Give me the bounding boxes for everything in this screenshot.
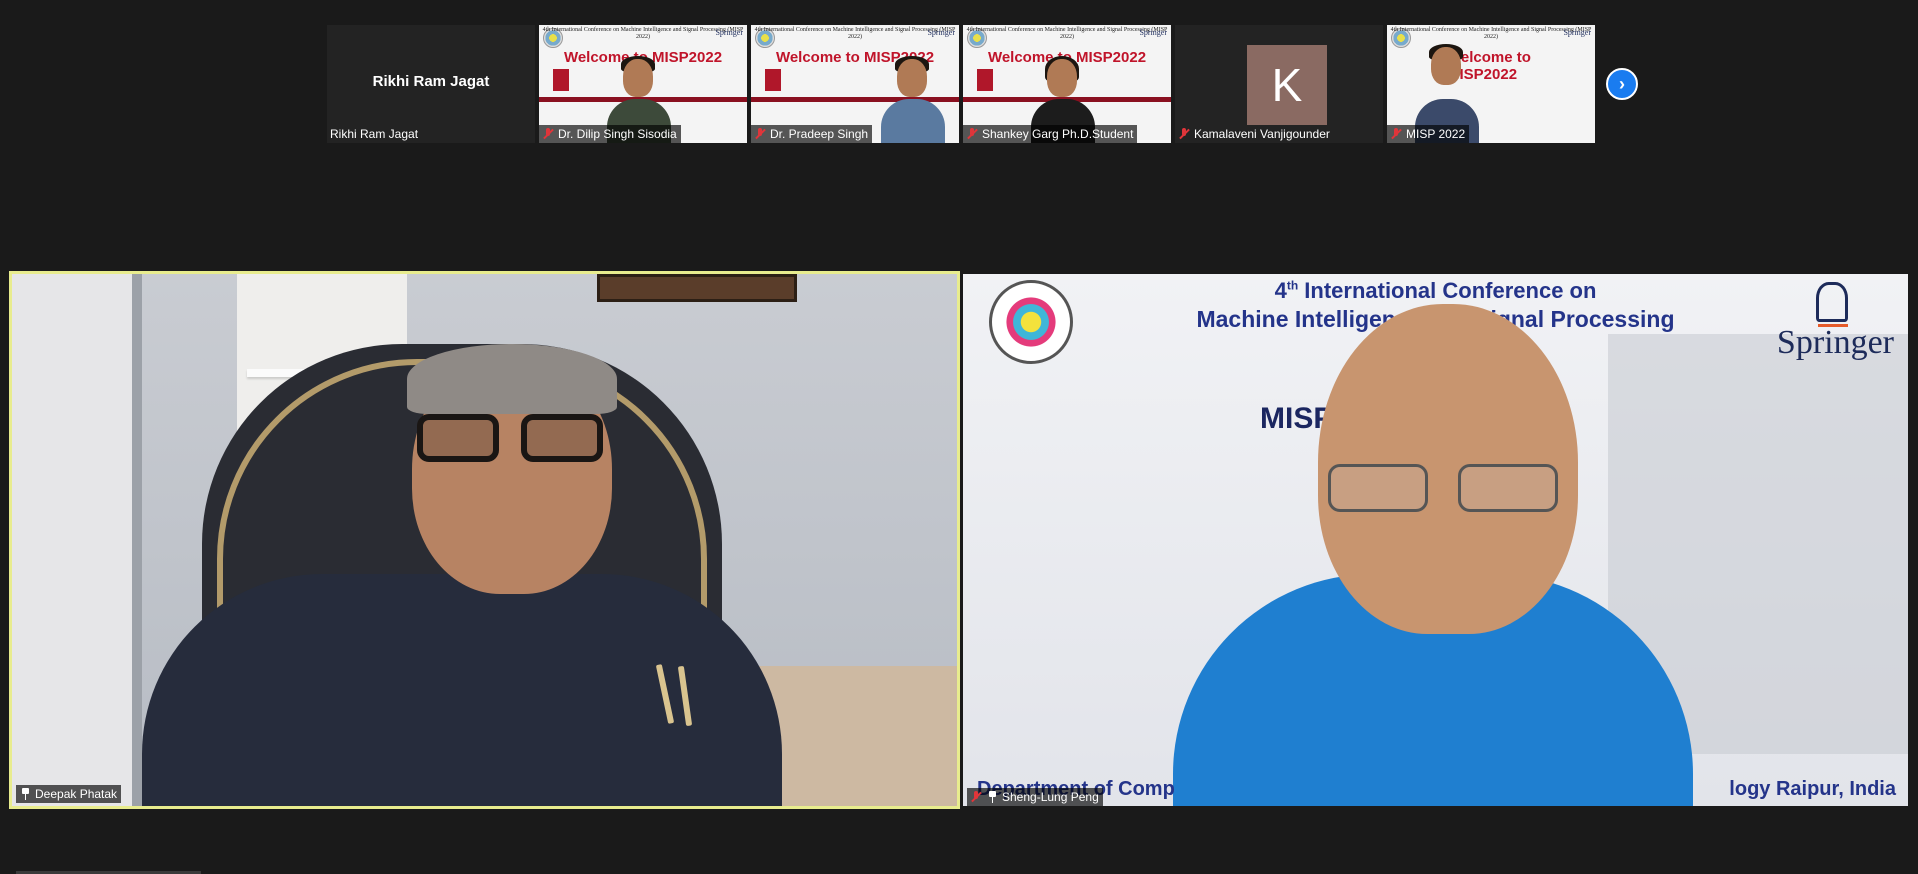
participant-tile-kamalaveni-vanjigounder[interactable]: K Kamalaveni Vanjigounder (1175, 25, 1383, 143)
participant-name: MISP 2022 (1406, 127, 1466, 141)
springer-logo: Springer (927, 28, 955, 37)
mic-off-icon (970, 791, 982, 803)
glasses (417, 414, 607, 464)
glasses (1328, 464, 1568, 514)
participant-name: Dr. Pradeep Singh (770, 127, 869, 141)
book-cover-icon (765, 69, 781, 91)
participant-name-tag: MISP 2022 (1387, 125, 1470, 143)
book-cover-icon (553, 69, 569, 91)
slide-title-line1: 4th International Conference on (963, 278, 1908, 304)
next-page-button[interactable]: › (1606, 68, 1638, 100)
participant-avatar: K (1247, 45, 1327, 125)
participant-tile-dilip-singh-sisodia[interactable]: 4th International Conference on Machine … (539, 25, 747, 143)
participant-name: Rikhi Ram Jagat (330, 127, 419, 141)
participant-strip: Rikhi Ram Jagat Rikhi Ram Jagat 4th Inte… (327, 25, 1627, 143)
slide-title-number: 4 (1274, 278, 1287, 303)
mic-off-icon (542, 128, 554, 140)
mic-off-icon (1178, 128, 1190, 140)
participant-name: Kamalaveni Vanjigounder (1194, 127, 1330, 141)
participant-name-tag: Deepak Phatak (16, 785, 122, 803)
video-tile-deepak-phatak[interactable]: Deepak Phatak (9, 271, 960, 809)
participant-name-tag: Sheng-Lung Peng (967, 788, 1103, 806)
participant-name-tag: Dr. Pradeep Singh (751, 125, 873, 143)
participant-center-name: Rikhi Ram Jagat (372, 73, 490, 90)
participant-tile-pradeep-singh[interactable]: 4th International Conference on Machine … (751, 25, 959, 143)
video-tile-sheng-lung-peng[interactable]: Springer 4th International Conference on… (963, 274, 1908, 806)
participant-name-tag: Dr. Dilip Singh Sisodia (539, 125, 681, 143)
participant-tile-rikhi-ram-jagat[interactable]: Rikhi Ram Jagat Rikhi Ram Jagat (327, 25, 535, 143)
participant-name-tag: Rikhi Ram Jagat (327, 125, 422, 143)
mic-off-icon (754, 128, 766, 140)
springer-logo: Springer (1139, 28, 1167, 37)
slide-title-rest: International Conference on (1298, 278, 1597, 303)
slide-bottom-right: logy Raipur, India (1729, 778, 1896, 800)
chevron-right-icon: › (1619, 73, 1625, 94)
participant-name: Dr. Dilip Singh Sisodia (558, 127, 677, 141)
book-cover-icon (977, 69, 993, 91)
mic-off-icon (1390, 128, 1402, 140)
pin-icon (986, 791, 998, 803)
participant-tile-misp-2022[interactable]: 4th International Conference on Machine … (1387, 25, 1595, 143)
participant-name-tag: Kamalaveni Vanjigounder (1175, 125, 1334, 143)
slide-bottom-text: Department of Comp logy Raipur, India (963, 778, 1908, 800)
mic-off-icon (966, 128, 978, 140)
participant-video-person (881, 56, 945, 143)
participant-name: Deepak Phatak (35, 787, 118, 801)
participant-tile-shankey-garg[interactable]: 4th International Conference on Machine … (963, 25, 1171, 143)
participant-name: Shankey Garg Ph.D.Student (982, 127, 1134, 141)
springer-logo: Springer (1563, 28, 1591, 37)
participant-name: Sheng-Lung Peng (1002, 790, 1099, 804)
springer-logo: Springer (715, 28, 743, 37)
wall-picture (597, 274, 797, 302)
participant-name-tag: Shankey Garg Ph.D.Student (963, 125, 1138, 143)
pin-icon (19, 788, 31, 800)
slide-title-sup: th (1286, 278, 1299, 293)
